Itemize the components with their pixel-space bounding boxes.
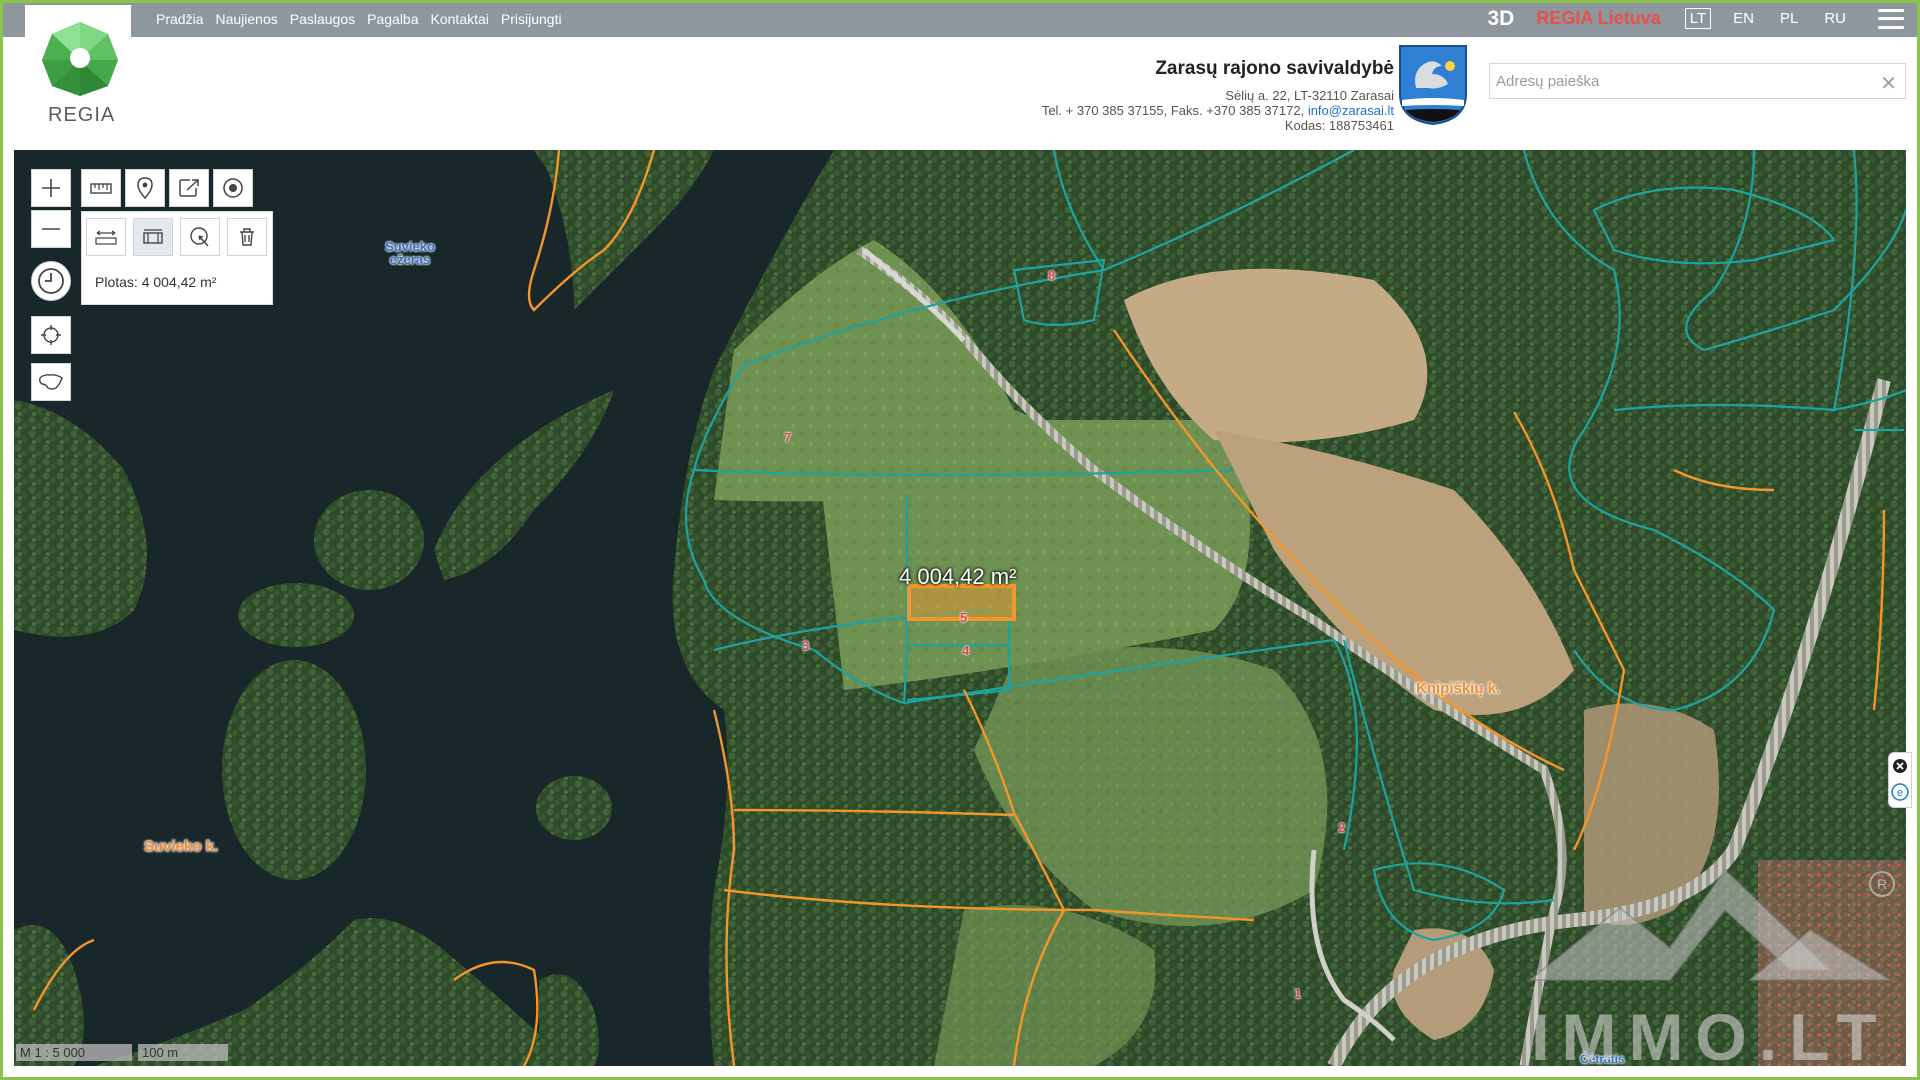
village-label-knipiskiu: Knipiškių k.: [1416, 680, 1501, 697]
clock-icon: [38, 268, 64, 294]
distance-icon: [95, 230, 117, 245]
parcel-number[interactable]: 7: [784, 430, 791, 445]
marker-tool-button[interactable]: [125, 169, 165, 207]
clear-search-icon[interactable]: ✕: [1880, 71, 1897, 96]
parcel-number[interactable]: 5: [960, 610, 967, 625]
crosshair-icon: [41, 325, 61, 345]
delete-measurements-button[interactable]: [227, 218, 267, 256]
menu-icon[interactable]: [1878, 8, 1904, 29]
nav-item-pradzia[interactable]: Pradžia: [156, 11, 203, 27]
municipality-info: Zarasų rajono savivaldybė Sėlių a. 22, L…: [1042, 58, 1394, 133]
plus-icon: [42, 179, 60, 197]
e-service-icon: e: [1891, 783, 1909, 801]
country-extent-button[interactable]: [31, 363, 71, 401]
parcel-number[interactable]: 8: [1048, 268, 1055, 283]
language-en[interactable]: EN: [1729, 9, 1758, 28]
area-measurement-label: 4 004,42 m²: [899, 564, 1017, 589]
minus-icon: [42, 228, 60, 230]
measure-distance-button[interactable]: [86, 218, 126, 256]
map-pin-icon: [137, 177, 153, 199]
side-tool-tab: e: [1888, 752, 1912, 808]
municipality-phone: Tel. + 370 385 37155, Faks. +370 385 371…: [1041, 103, 1305, 118]
target-icon: [223, 178, 243, 198]
language-lt[interactable]: LT: [1684, 8, 1712, 29]
zoom-in-button[interactable]: [31, 169, 71, 207]
close-side-tool-button[interactable]: [1889, 753, 1911, 779]
measure-tool-button[interactable]: [81, 169, 121, 207]
address-search-box: ✕: [1489, 63, 1906, 99]
locate-me-button[interactable]: [31, 316, 71, 354]
area-icon: [143, 229, 163, 244]
regia-logo-icon[interactable]: [40, 20, 120, 96]
measure-tools-row: [86, 218, 267, 256]
coat-of-arms-icon: [1399, 45, 1467, 126]
ruler-icon: [90, 183, 112, 194]
measure-tools-panel: Plotas: 4 004,42 m²: [81, 211, 273, 305]
top-navigation-bar: Pradžia Naujienos Paslaugos Pagalba Kont…: [0, 0, 1920, 37]
language-pl[interactable]: PL: [1776, 9, 1802, 28]
parcel-number[interactable]: 3: [802, 638, 809, 653]
scale-ratio: M 1 : 5 000: [16, 1044, 132, 1061]
eservice-button[interactable]: e: [1889, 779, 1911, 805]
main-navigation: Pradžia Naujienos Paslaugos Pagalba Kont…: [156, 0, 562, 37]
village-label-suvieko: Suvieko k.: [144, 838, 219, 855]
cemetery-label: Čėtratis: [1580, 1052, 1625, 1066]
measure-radius-button[interactable]: [180, 218, 220, 256]
area-readout: Plotas: 4 004,42 m²: [95, 274, 217, 290]
municipality-code: Kodas: 188753461: [1284, 118, 1394, 133]
svg-text:e: e: [1897, 787, 1903, 799]
trash-icon: [240, 228, 254, 246]
nav-item-kontaktai[interactable]: Kontaktai: [431, 11, 489, 27]
map-viewport[interactable]: Suvieko ežeras Suvieko k. Knipiškių k. Č…: [14, 150, 1906, 1066]
share-icon: [179, 179, 199, 197]
nav-item-prisijungti[interactable]: Prisijungti: [501, 11, 562, 27]
target-layer-button[interactable]: [213, 169, 253, 207]
measure-area-button[interactable]: [133, 218, 173, 256]
top-right-controls: 3D REGIA Lietuva LT EN PL RU: [1488, 0, 1920, 37]
regia-lietuva-link[interactable]: REGIA Lietuva: [1536, 8, 1660, 29]
scale-distance: 100 m: [138, 1044, 228, 1061]
municipality-address: Sėlių a. 22, LT-32110 Zarasai: [1225, 88, 1394, 103]
municipality-email-link[interactable]: info@zarasai.lt: [1308, 103, 1394, 118]
municipality-contacts: Tel. + 370 385 37155, Faks. +370 385 371…: [1042, 103, 1394, 118]
address-search-input[interactable]: [1490, 64, 1870, 98]
radius-cursor-icon: [190, 227, 209, 247]
close-circle-icon: [1893, 759, 1907, 773]
zoom-out-button[interactable]: [31, 210, 71, 248]
parcel-number[interactable]: 1: [1294, 986, 1301, 1001]
parcel-number[interactable]: 2: [1338, 820, 1345, 835]
nav-item-paslaugos[interactable]: Paslaugos: [290, 11, 355, 27]
share-button[interactable]: [169, 169, 209, 207]
map-scale-bar: M 1 : 5 000 100 m: [16, 1044, 228, 1061]
municipality-name: Zarasų rajono savivaldybė: [1155, 58, 1394, 79]
aerial-map[interactable]: [14, 150, 1906, 1066]
lithuania-map-icon: [39, 374, 63, 390]
nav-item-pagalba[interactable]: Pagalba: [367, 11, 418, 27]
lake-label: Suvieko ežeras: [385, 239, 435, 267]
3d-view-button[interactable]: 3D: [1488, 7, 1515, 31]
nav-item-naujienos[interactable]: Naujienos: [215, 11, 277, 27]
regia-logo-text: REGIA: [48, 104, 116, 126]
history-button[interactable]: [31, 261, 71, 301]
parcel-number[interactable]: 4: [962, 643, 969, 658]
language-ru[interactable]: RU: [1820, 9, 1850, 28]
